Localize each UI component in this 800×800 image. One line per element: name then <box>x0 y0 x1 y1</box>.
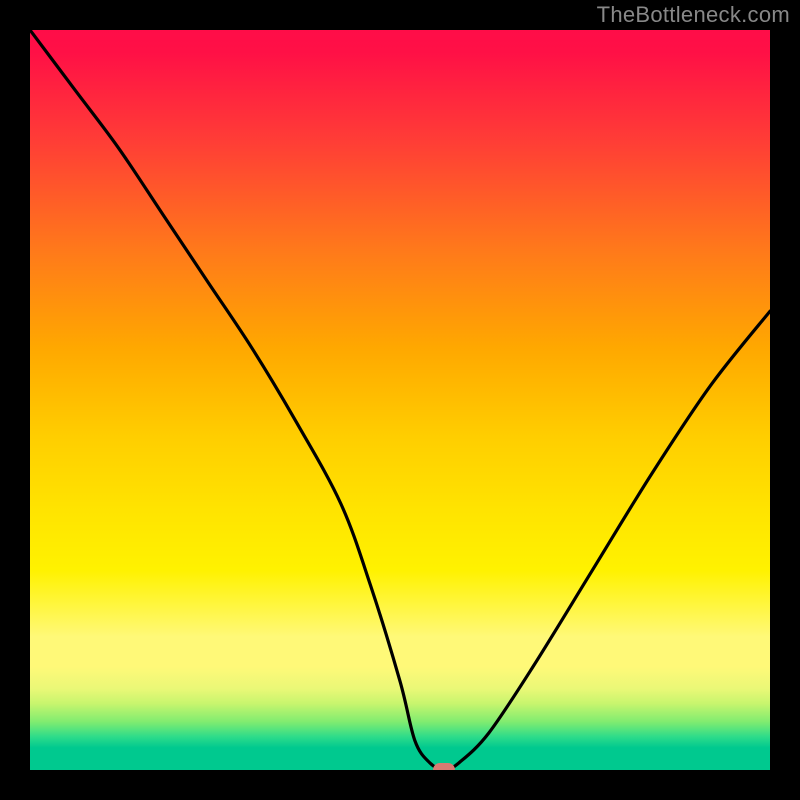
attribution-label: TheBottleneck.com <box>597 2 790 28</box>
chart-frame: TheBottleneck.com <box>0 0 800 800</box>
bottleneck-curve <box>30 30 770 770</box>
optimal-point-marker <box>433 763 455 770</box>
plot-area <box>30 30 770 770</box>
